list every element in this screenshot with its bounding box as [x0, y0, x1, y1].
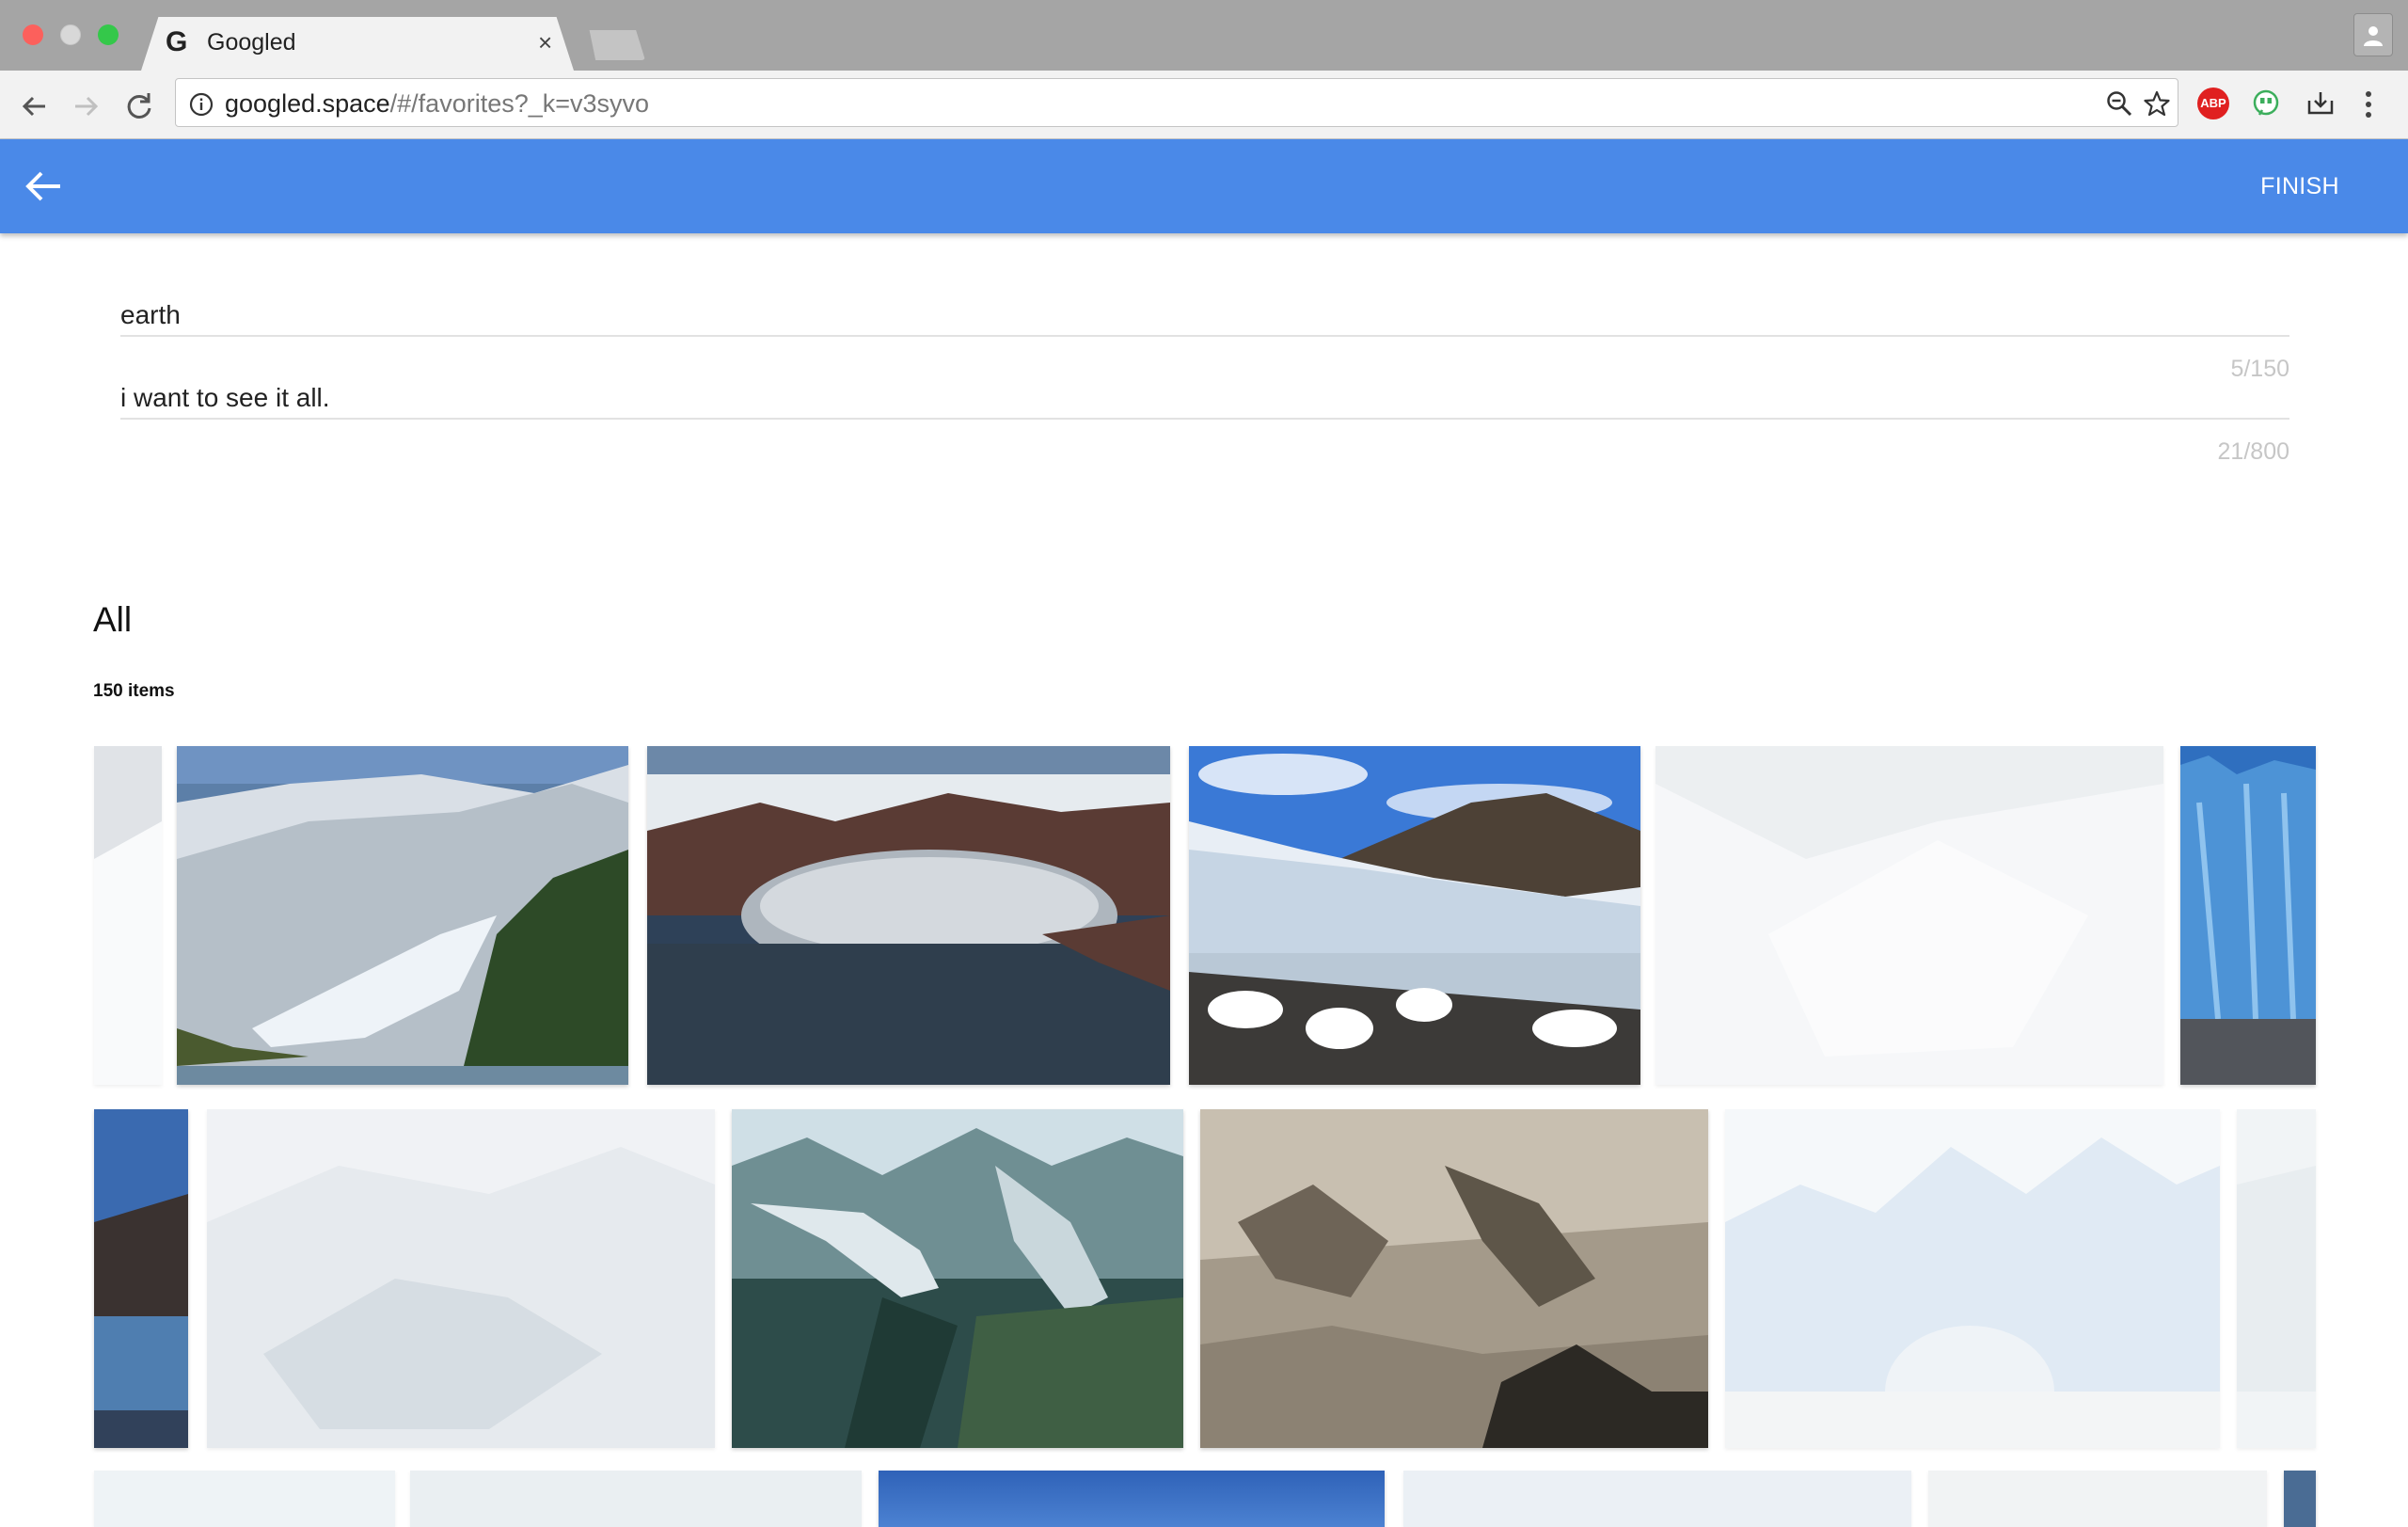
- window-maximize-button[interactable]: [98, 24, 119, 45]
- description-underline: [120, 418, 2289, 420]
- image-thumbnail[interactable]: [177, 746, 628, 1085]
- valley-glacier-image: [177, 746, 628, 1085]
- glacier-valley-haze-image: [207, 1109, 715, 1448]
- window-close-button[interactable]: [23, 24, 43, 45]
- arrow-left-icon[interactable]: [21, 166, 66, 207]
- adblock-icon[interactable]: ABP: [2197, 87, 2229, 119]
- image-thumbnail[interactable]: [2237, 1109, 2316, 1448]
- url-host: googled.space: [225, 89, 390, 118]
- zoom-out-icon[interactable]: [2106, 90, 2132, 117]
- menu-dots-icon[interactable]: [2365, 89, 2372, 119]
- app-header: FINISH: [0, 139, 2408, 233]
- piedmont-glacier-image: [647, 746, 1170, 1085]
- back-arrow-icon[interactable]: [17, 89, 51, 123]
- ice-edge-right-image: [2237, 1109, 2316, 1448]
- image-thumbnail[interactable]: [1656, 746, 2163, 1085]
- section-title: All: [93, 600, 133, 639]
- tab-title: Googled: [207, 29, 296, 56]
- reload-icon[interactable]: [122, 89, 156, 123]
- desert-mountain-aerial-image: [1200, 1109, 1708, 1448]
- ice-arch-image: [1725, 1109, 2220, 1448]
- image-thumbnail[interactable]: [647, 746, 1170, 1085]
- image-thumbnail[interactable]: [732, 1109, 1183, 1448]
- quote-extension-icon[interactable]: [2250, 87, 2282, 119]
- new-tab-button[interactable]: [589, 30, 645, 60]
- finish-button[interactable]: FINISH: [2248, 167, 2352, 205]
- image-thumbnail[interactable]: [94, 1471, 395, 1527]
- image-thumbnail[interactable]: [207, 1109, 715, 1448]
- image-thumbnail[interactable]: [879, 1471, 1385, 1527]
- title-counter: 5/150: [2230, 356, 2289, 382]
- image-thumbnail[interactable]: [1403, 1471, 1911, 1527]
- google-favicon-icon: G: [166, 26, 188, 57]
- profile-button[interactable]: [2353, 13, 2393, 56]
- window-minimize-button[interactable]: [60, 24, 81, 45]
- blue-ice-wall-image: [2180, 746, 2316, 1085]
- download-extension-icon[interactable]: [2305, 87, 2337, 119]
- image-thumbnail[interactable]: [1189, 746, 1640, 1085]
- item-count: 150 items: [93, 681, 175, 701]
- description-counter: 21/800: [2217, 438, 2289, 465]
- ice-front-mountain-image: [1189, 746, 1640, 1085]
- glacier-bay-edge-image: [94, 1109, 188, 1448]
- browser-tab-strip: G Googled ×: [0, 0, 2408, 71]
- title-input[interactable]: earth: [120, 299, 2289, 331]
- image-thumbnail[interactable]: [94, 1109, 188, 1448]
- star-icon[interactable]: [2144, 90, 2170, 117]
- browser-toolbar: googled.space/#/favorites?_k=v3syvo ABP: [0, 71, 2408, 139]
- image-thumbnail[interactable]: [1725, 1109, 2220, 1448]
- info-icon[interactable]: [189, 92, 214, 117]
- image-thumbnail[interactable]: [410, 1471, 862, 1527]
- browser-tab[interactable]: [141, 17, 574, 71]
- image-thumbnail[interactable]: [2284, 1471, 2316, 1527]
- title-field[interactable]: earth 5/150: [120, 299, 2289, 382]
- image-thumbnail[interactable]: [2180, 746, 2316, 1085]
- alpine-glacier-aerial-image: [732, 1109, 1183, 1448]
- title-underline: [120, 335, 2289, 337]
- description-input[interactable]: i want to see it all.: [120, 382, 2289, 414]
- image-thumbnail[interactable]: [1928, 1471, 2267, 1527]
- forward-arrow-icon[interactable]: [70, 89, 103, 123]
- address-bar[interactable]: googled.space/#/favorites?_k=v3syvo: [175, 78, 2178, 127]
- glacier-aerial-image: [1656, 746, 2163, 1085]
- url-path: /#/favorites?_k=v3syvo: [389, 89, 650, 118]
- tab-close-icon[interactable]: ×: [538, 28, 552, 56]
- profile-icon: [2364, 26, 2383, 46]
- image-thumbnail[interactable]: [94, 746, 162, 1085]
- image-thumbnail[interactable]: [1200, 1109, 1708, 1448]
- description-field[interactable]: i want to see it all. 21/800: [120, 382, 2289, 467]
- glacier-edge-image: [94, 746, 162, 1085]
- url-text: googled.space/#/favorites?_k=v3syvo: [225, 90, 649, 117]
